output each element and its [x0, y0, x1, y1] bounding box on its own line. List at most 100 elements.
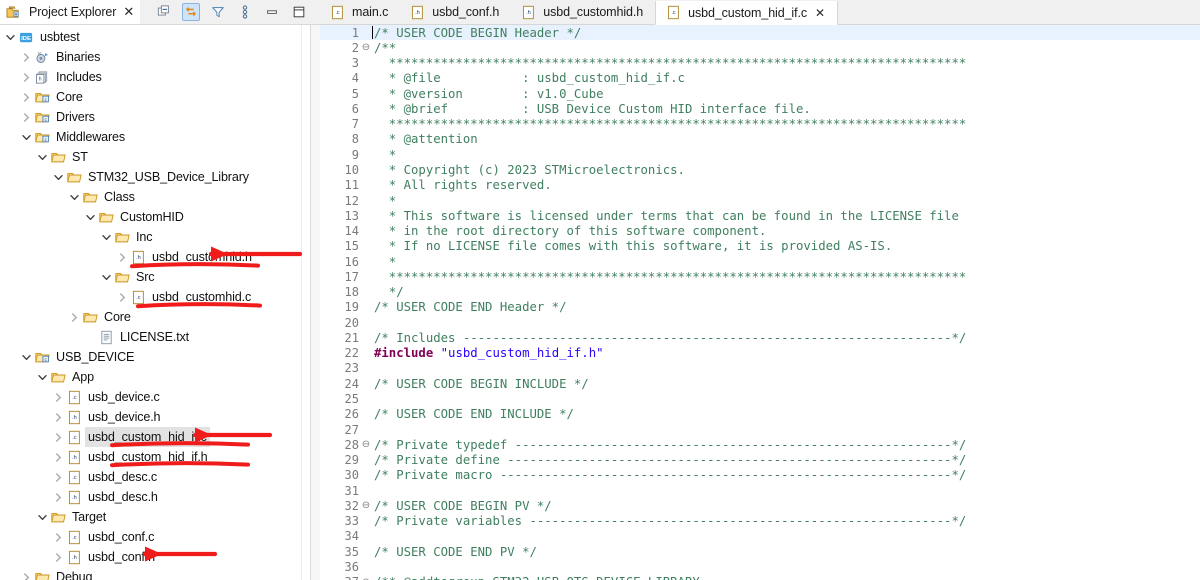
code-line[interactable]: 17 *************************************… — [320, 269, 1200, 284]
tree-item[interactable]: Class — [0, 187, 320, 207]
link-with-editor-icon[interactable] — [182, 3, 200, 21]
code-line[interactable]: 3 **************************************… — [320, 56, 1200, 71]
chevron-right-icon[interactable] — [52, 487, 65, 507]
code-line[interactable]: 29 /* Private define --------------------… — [320, 452, 1200, 467]
code-line[interactable]: 15 * If no LICENSE file comes with this … — [320, 239, 1200, 254]
code-line[interactable]: 36 — [320, 559, 1200, 574]
tree-item[interactable]: .h usbd_desc.h — [0, 487, 320, 507]
tree-item[interactable]: .c usbd_customhid.c — [0, 287, 320, 307]
chevron-down-icon[interactable] — [36, 507, 49, 527]
tree-item[interactable]: c Middlewares — [0, 127, 320, 147]
chevron-down-icon[interactable] — [100, 227, 113, 247]
tree-item[interactable]: Target — [0, 507, 320, 527]
tree-item[interactable]: .h usbd_conf.h — [0, 547, 320, 567]
chevron-right-icon[interactable] — [116, 247, 129, 267]
code-line[interactable]: 26 /* USER CODE END INCLUDE */ — [320, 407, 1200, 422]
code-line[interactable]: 16 * — [320, 254, 1200, 269]
chevron-right-icon[interactable] — [20, 67, 33, 87]
tree-item[interactable]: c Drivers — [0, 107, 320, 127]
code-line[interactable]: 1 /* USER CODE BEGIN Header */ — [320, 25, 1200, 41]
tree-item[interactable]: Src — [0, 267, 320, 287]
code-line[interactable]: 37⊖/** @addtogroup STM32_USB_OTG_DEVICE_… — [320, 575, 1200, 580]
code-line[interactable]: 11 * All rights reserved. — [320, 178, 1200, 193]
view-menu-icon[interactable] — [236, 3, 254, 21]
chevron-down-icon[interactable] — [36, 147, 49, 167]
chevron-down-icon[interactable] — [20, 347, 33, 367]
code-line[interactable]: 25 — [320, 391, 1200, 406]
code-line[interactable]: 30 /* Private macro ---------------------… — [320, 468, 1200, 483]
code-line[interactable]: 18 */ — [320, 285, 1200, 300]
filter-icon[interactable] — [209, 3, 227, 21]
code-line[interactable]: 9 * — [320, 147, 1200, 162]
fold-toggle-icon[interactable]: ⊖ — [360, 500, 372, 511]
tree-item[interactable]: h Includes — [0, 67, 320, 87]
chevron-down-icon[interactable] — [4, 27, 17, 47]
tree-item[interactable]: 10 Binaries — [0, 47, 320, 67]
chevron-right-icon[interactable] — [20, 47, 33, 67]
code-line[interactable]: 4 * @file : usbd_custom_hid_if.c — [320, 71, 1200, 86]
chevron-right-icon[interactable] — [52, 407, 65, 427]
chevron-right-icon[interactable] — [52, 547, 65, 567]
tree-item[interactable]: LICENSE.txt — [0, 327, 320, 347]
tree-item[interactable]: .h usbd_customhid.h — [0, 247, 320, 267]
chevron-right-icon[interactable] — [20, 107, 33, 127]
chevron-right-icon[interactable] — [20, 567, 33, 580]
tree-item[interactable]: .c usb_device.c — [0, 387, 320, 407]
chevron-down-icon[interactable] — [36, 367, 49, 387]
tree-item[interactable]: c USB_DEVICE — [0, 347, 320, 367]
tree-item[interactable]: CustomHID — [0, 207, 320, 227]
code-line[interactable]: 20 — [320, 315, 1200, 330]
chevron-down-icon[interactable] — [52, 167, 65, 187]
tree-item[interactable]: .c usbd_custom_hid_if.c — [0, 427, 320, 447]
code-line[interactable]: 23 — [320, 361, 1200, 376]
code-line[interactable]: 5 * @version : v1.0_Cube — [320, 86, 1200, 101]
project-explorer-tab[interactable]: Project Explorer ✕ — [0, 0, 141, 24]
tree-item[interactable]: .c usbd_desc.c — [0, 467, 320, 487]
code-line[interactable]: 22 #include "usbd_custom_hid_if.h" — [320, 346, 1200, 361]
code-line[interactable]: 24 /* USER CODE BEGIN INCLUDE */ — [320, 376, 1200, 391]
project-tree[interactable]: IDE usbtest 10 Binaries h Includes c Core c Drive… — [0, 24, 320, 580]
chevron-down-icon[interactable] — [100, 267, 113, 287]
minimize-icon[interactable] — [263, 3, 281, 21]
editor-tab[interactable]: .h usbd_conf.h — [400, 0, 511, 24]
chevron-right-icon[interactable] — [116, 287, 129, 307]
code-line[interactable]: 35 /* USER CODE END PV */ — [320, 544, 1200, 559]
code-line[interactable]: 19 /* USER CODE END Header */ — [320, 300, 1200, 315]
tree-item[interactable]: Core — [0, 307, 320, 327]
code-line[interactable]: 12 * — [320, 193, 1200, 208]
maximize-icon[interactable] — [290, 3, 308, 21]
close-icon[interactable]: ✕ — [815, 7, 825, 19]
chevron-right-icon[interactable] — [52, 447, 65, 467]
tree-item[interactable]: c Core — [0, 87, 320, 107]
chevron-right-icon[interactable] — [20, 87, 33, 107]
code-line[interactable]: 8 * @attention — [320, 132, 1200, 147]
chevron-right-icon[interactable] — [52, 467, 65, 487]
code-line[interactable]: 21 /* Includes --------------------------… — [320, 330, 1200, 345]
tree-item[interactable]: .c usbd_conf.c — [0, 527, 320, 547]
code-line[interactable]: 33 /* Private variables -----------------… — [320, 514, 1200, 529]
code-line[interactable]: 6 * @brief : USB Device Custom HID inter… — [320, 101, 1200, 116]
chevron-down-icon[interactable] — [68, 187, 81, 207]
code-line[interactable]: 10 * Copyright (c) 2023 STMicroelectroni… — [320, 162, 1200, 177]
code-line[interactable]: 13 * This software is licensed under ter… — [320, 208, 1200, 223]
code-viewer[interactable]: 1/* USER CODE BEGIN Header */2 ⊖/** 3 ****… — [320, 25, 1200, 580]
code-line[interactable]: 34 — [320, 529, 1200, 544]
tree-item[interactable]: IDE usbtest — [0, 27, 320, 47]
code-line[interactable]: 27 — [320, 422, 1200, 437]
editor-tab[interactable]: .h usbd_customhid.h — [511, 0, 655, 24]
chevron-right-icon[interactable] — [68, 307, 81, 327]
fold-toggle-icon[interactable]: ⊖ — [360, 439, 372, 450]
tree-item[interactable]: ST — [0, 147, 320, 167]
fold-toggle-icon[interactable]: ⊖ — [360, 42, 372, 53]
code-line[interactable]: 28 ⊖/* Private typedef ------------------… — [320, 437, 1200, 452]
code-line[interactable]: 14 * in the root directory of this softw… — [320, 223, 1200, 238]
editor-tab[interactable]: .c main.c — [320, 0, 400, 24]
collapse-all-icon[interactable] — [155, 3, 173, 21]
chevron-right-icon[interactable] — [52, 427, 65, 447]
close-icon[interactable]: ✕ — [123, 6, 134, 19]
tree-item[interactable]: Inc — [0, 227, 320, 247]
code-line[interactable]: 2 ⊖/** — [320, 40, 1200, 55]
tree-item[interactable]: Debug — [0, 567, 320, 580]
tree-item[interactable]: App — [0, 367, 320, 387]
editor-tab[interactable]: .c usbd_custom_hid_if.c ✕ — [655, 1, 838, 25]
